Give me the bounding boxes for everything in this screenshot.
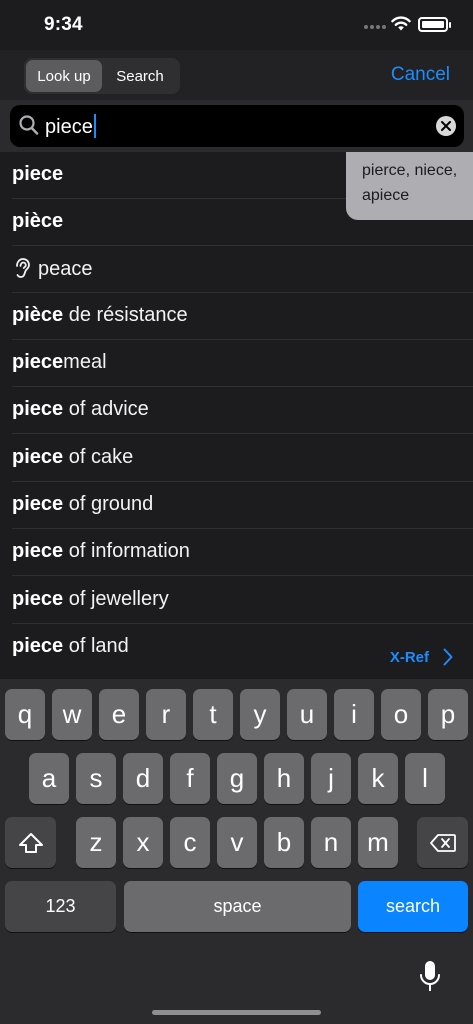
key-k[interactable]: k	[358, 753, 398, 804]
top-bar: Look up Search Cancel	[0, 50, 473, 100]
suggestion-line: apiece	[362, 187, 410, 204]
results-list: piece pièce peace pièce de résistance pi…	[0, 152, 473, 679]
list-item[interactable]: pièce de résistance	[0, 293, 473, 340]
list-item[interactable]: piece of ground	[0, 482, 473, 529]
list-item[interactable]: piece of jewellery	[0, 577, 473, 624]
list-item[interactable]: piece of cake	[0, 435, 473, 482]
search-input[interactable]: piece	[10, 105, 464, 147]
key-l[interactable]: l	[405, 753, 445, 804]
key-c[interactable]: c	[170, 817, 210, 868]
search-key[interactable]: search	[358, 881, 468, 932]
key-s[interactable]: s	[76, 753, 116, 804]
key-w[interactable]: w	[52, 689, 92, 740]
search-bar: piece	[0, 100, 473, 152]
xref-label: X-Ref	[389, 648, 429, 666]
key-m[interactable]: m	[358, 817, 398, 868]
key-p[interactable]: p	[428, 689, 468, 740]
ear-icon	[16, 258, 30, 278]
clear-text-icon[interactable]	[436, 116, 456, 136]
cancel-button[interactable]: Cancel	[391, 64, 450, 86]
delete-icon	[429, 833, 456, 852]
key-g[interactable]: g	[217, 753, 257, 804]
space-key[interactable]: space	[124, 881, 351, 932]
home-indicator	[152, 1010, 321, 1015]
shift-icon	[18, 832, 43, 853]
key-v[interactable]: v	[217, 817, 257, 868]
wifi-icon	[391, 16, 411, 31]
list-item[interactable]: piecemeal	[0, 340, 473, 387]
key-o[interactable]: o	[381, 689, 421, 740]
key-q[interactable]: q	[5, 689, 45, 740]
key-i[interactable]: i	[334, 689, 374, 740]
key-h[interactable]: h	[264, 753, 304, 804]
search-input-value: piece	[45, 114, 96, 139]
numbers-key[interactable]: 123	[5, 881, 116, 932]
xref-button[interactable]: X-Ref	[390, 648, 453, 666]
key-d[interactable]: d	[123, 753, 163, 804]
chevron-right-icon	[443, 648, 453, 666]
key-r[interactable]: r	[146, 689, 186, 740]
mode-segmented-control: Look up Search	[24, 58, 180, 94]
microphone-icon[interactable]	[419, 960, 441, 994]
status-bar: 9:34	[0, 0, 473, 50]
keyboard: q w e r t y u i o p a s d f g h j k l z …	[0, 679, 473, 1024]
key-j[interactable]: j	[311, 753, 351, 804]
spelling-suggestions[interactable]: pierce, niece, apiece	[346, 152, 473, 220]
battery-icon	[418, 17, 451, 32]
key-n[interactable]: n	[311, 817, 351, 868]
suggestion-line: pierce, niece,	[362, 162, 458, 179]
list-item[interactable]: peace	[0, 246, 473, 293]
key-t[interactable]: t	[193, 689, 233, 740]
segment-search[interactable]: Search	[102, 60, 178, 92]
key-z[interactable]: z	[76, 817, 116, 868]
key-u[interactable]: u	[287, 689, 327, 740]
status-time: 9:34	[44, 14, 83, 35]
key-y[interactable]: y	[240, 689, 280, 740]
key-b[interactable]: b	[264, 817, 304, 868]
cellular-signal-icon	[364, 25, 386, 29]
list-item[interactable]: piece of advice	[0, 387, 473, 434]
list-item[interactable]: piece of information	[0, 529, 473, 576]
search-icon	[19, 115, 39, 135]
text-caret	[93, 114, 96, 138]
key-x[interactable]: x	[123, 817, 163, 868]
key-f[interactable]: f	[170, 753, 210, 804]
segment-look-up[interactable]: Look up	[26, 60, 102, 92]
key-a[interactable]: a	[29, 753, 69, 804]
key-e[interactable]: e	[99, 689, 139, 740]
delete-key[interactable]	[417, 817, 468, 868]
shift-key[interactable]	[5, 817, 56, 868]
